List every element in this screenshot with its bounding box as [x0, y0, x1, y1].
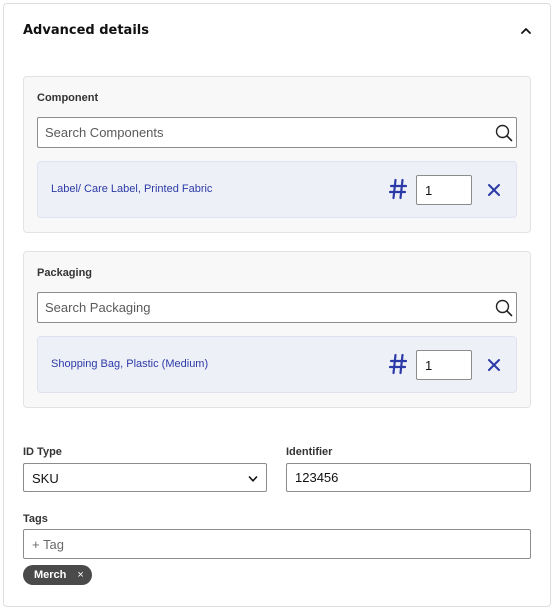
section-title: Advanced details	[23, 23, 149, 38]
packaging-label: Packaging	[37, 267, 93, 279]
remove-tag-icon[interactable]: ×	[77, 569, 83, 581]
advanced-details-card: Advanced details Component Label/ Care L…	[3, 3, 551, 607]
component-section: Component Label/ Care Label, Printed Fab…	[23, 76, 531, 233]
hash-icon	[389, 353, 407, 375]
tags-label: Tags	[23, 513, 48, 525]
packaging-search-input[interactable]	[38, 293, 516, 322]
tag-input[interactable]	[23, 529, 531, 559]
close-icon[interactable]	[486, 357, 502, 373]
packaging-search	[37, 292, 517, 323]
component-search	[37, 117, 517, 148]
component-item: Label/ Care Label, Printed Fabric	[37, 161, 517, 218]
tag-chip: Merch ×	[23, 565, 92, 585]
close-icon[interactable]	[486, 182, 502, 198]
identifier-input[interactable]	[286, 463, 531, 492]
id-type-label: ID Type	[23, 446, 62, 458]
component-search-input[interactable]	[38, 118, 516, 147]
chevron-up-icon[interactable]	[520, 25, 532, 37]
tag-chip-label: Merch	[34, 569, 67, 581]
id-type-select[interactable]: SKU	[23, 463, 267, 492]
search-icon[interactable]	[495, 124, 513, 142]
component-label: Component	[37, 92, 99, 104]
packaging-item-name[interactable]: Shopping Bag, Plastic (Medium)	[51, 358, 208, 370]
identifier-label: Identifier	[286, 446, 333, 458]
search-icon[interactable]	[495, 299, 513, 317]
chevron-down-icon	[248, 476, 258, 482]
component-item-name[interactable]: Label/ Care Label, Printed Fabric	[51, 183, 212, 195]
component-quantity-input[interactable]	[416, 175, 472, 205]
packaging-item: Shopping Bag, Plastic (Medium)	[37, 336, 517, 393]
advanced-details-header[interactable]: Advanced details	[4, 4, 550, 60]
id-type-value: SKU	[32, 471, 59, 486]
packaging-quantity-input[interactable]	[416, 350, 472, 380]
hash-icon	[389, 178, 407, 200]
packaging-section: Packaging Shopping Bag, Plastic (Medium)	[23, 251, 531, 408]
